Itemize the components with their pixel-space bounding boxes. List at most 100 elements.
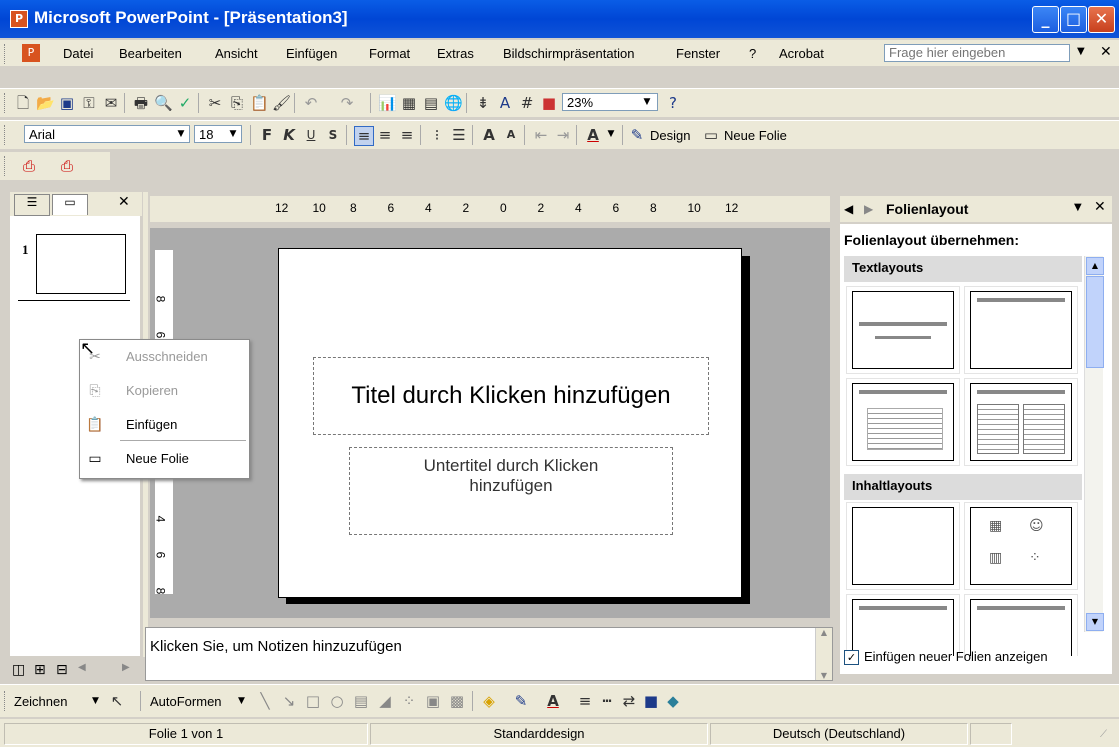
textbox-icon[interactable]: ▤: [352, 692, 370, 710]
autoshapes-dropdown-icon[interactable]: ▼: [238, 696, 245, 706]
close-button[interactable]: ✕: [1088, 6, 1115, 33]
format-painter-icon[interactable]: 🖌: [272, 94, 291, 112]
menu-help[interactable]: ?: [749, 46, 756, 61]
clipart-icon[interactable]: ▣: [424, 692, 442, 710]
layout-title-content[interactable]: [846, 594, 960, 656]
font-color-dropdown-icon[interactable]: ▼: [604, 126, 618, 142]
menu-bildschirmpraesentation[interactable]: Bildschirmpräsentation: [503, 46, 635, 61]
new-icon[interactable]: 🗋: [14, 94, 32, 112]
layout-scrollbar[interactable]: ▲ ▼: [1084, 256, 1104, 632]
increase-font-icon[interactable]: A: [480, 126, 498, 144]
scroll-left-icon[interactable]: ◀: [78, 662, 86, 673]
save-icon[interactable]: ▣: [58, 94, 76, 112]
toolbar-grip[interactable]: [4, 44, 8, 64]
align-right-icon[interactable]: ≡: [398, 126, 416, 144]
spelling-icon[interactable]: ✓: [176, 94, 194, 112]
document-icon[interactable]: P: [22, 44, 40, 62]
undo-icon[interactable]: ↶: [302, 94, 320, 112]
layout-title-only[interactable]: [964, 286, 1078, 374]
resize-grip-icon[interactable]: ⟋: [1100, 729, 1107, 740]
layout-title-slide[interactable]: [846, 286, 960, 374]
back-icon[interactable]: ◀: [844, 202, 853, 216]
task-pane-close-icon[interactable]: ✕: [1094, 199, 1106, 215]
email-icon[interactable]: ✉: [102, 94, 120, 112]
menu-einfuegen[interactable]: Einfügen: [286, 46, 337, 61]
notes-placeholder[interactable]: Klicken Sie, um Notizen hinzuzufügen: [150, 638, 402, 655]
toolbar-grip[interactable]: [4, 691, 8, 711]
title-placeholder[interactable]: Titel durch Klicken hinzufügen: [313, 357, 709, 435]
font-color-icon[interactable]: A: [544, 692, 562, 710]
toolbar-grip[interactable]: [4, 93, 8, 113]
open-icon[interactable]: 📂: [36, 94, 55, 112]
toolbar-grip[interactable]: [4, 125, 8, 145]
select-objects-icon[interactable]: ↖: [108, 692, 126, 710]
maximize-button[interactable]: □: [1060, 6, 1087, 33]
slide-sorter-icon[interactable]: ⊞: [34, 662, 46, 678]
font-size-dropdown-icon[interactable]: ▼: [226, 126, 240, 142]
show-on-insert-checkbox[interactable]: ✓: [844, 650, 859, 665]
arrow-icon[interactable]: ↘: [280, 692, 298, 710]
normal-view-icon[interactable]: ◫: [12, 662, 25, 678]
permission-icon[interactable]: ⚿: [80, 94, 98, 112]
slide-thumbnail[interactable]: [36, 234, 126, 294]
context-paste[interactable]: 📋 Einfügen: [80, 410, 247, 440]
insert-chart-icon[interactable]: 📊: [378, 94, 397, 112]
new-slide-button[interactable]: Neue Folie: [724, 128, 787, 143]
arrow-style-icon[interactable]: ⇄: [620, 692, 638, 710]
menu-acrobat[interactable]: Acrobat: [779, 46, 824, 61]
layout-title-two-content[interactable]: [964, 594, 1078, 656]
draw-dropdown-icon[interactable]: ▼: [92, 696, 99, 706]
scroll-thumb[interactable]: [1086, 276, 1104, 368]
help-dropdown-icon[interactable]: ▼: [1077, 46, 1085, 57]
toolbar-grip[interactable]: [4, 156, 8, 176]
powerpoint-icon[interactable]: P: [10, 10, 28, 28]
menu-format[interactable]: Format: [369, 46, 410, 61]
bullets-icon[interactable]: ☰: [450, 126, 468, 144]
design-button[interactable]: Design: [650, 128, 690, 143]
help-icon[interactable]: ?: [664, 94, 682, 112]
slide-canvas[interactable]: Titel durch Klicken hinzufügen Untertite…: [278, 248, 742, 598]
picture-icon[interactable]: ▩: [448, 692, 466, 710]
show-grid-icon[interactable]: #: [518, 94, 536, 112]
font-dropdown-icon[interactable]: ▼: [174, 126, 188, 142]
print-icon[interactable]: 🖶: [132, 94, 150, 112]
layout-title-text[interactable]: [846, 378, 960, 466]
expand-all-icon[interactable]: ⇟: [474, 94, 492, 112]
fill-color-icon[interactable]: ◈: [480, 692, 498, 710]
paste-icon[interactable]: 📋: [250, 94, 269, 112]
align-left-icon[interactable]: ≡: [354, 126, 374, 146]
line-style-icon[interactable]: ≡: [576, 692, 594, 710]
insert-hyperlink-icon[interactable]: 🌐: [444, 94, 463, 112]
italic-button[interactable]: K: [280, 126, 298, 144]
menu-fenster[interactable]: Fenster: [676, 46, 720, 61]
insert-table-icon[interactable]: ▦: [400, 94, 418, 112]
align-center-icon[interactable]: ≡: [376, 126, 394, 144]
close-pane-icon[interactable]: ✕: [118, 194, 130, 210]
forward-icon[interactable]: ▶: [864, 202, 873, 216]
scroll-up-icon[interactable]: ▲: [1086, 257, 1104, 275]
line-icon[interactable]: ╲: [256, 692, 274, 710]
help-search-input[interactable]: [884, 44, 1070, 62]
ellipse-icon[interactable]: ○: [328, 692, 346, 710]
menu-ansicht[interactable]: Ansicht: [215, 46, 258, 61]
cut-icon[interactable]: ✂: [206, 94, 224, 112]
layout-two-columns[interactable]: [964, 378, 1078, 466]
slideshow-icon[interactable]: ⊟: [56, 662, 68, 678]
menu-bearbeiten[interactable]: Bearbeiten: [119, 46, 182, 61]
draw-menu-button[interactable]: Zeichnen: [14, 694, 67, 709]
dash-style-icon[interactable]: ┅: [598, 692, 616, 710]
scroll-up-icon[interactable]: ▲: [816, 628, 832, 637]
doc-close-icon[interactable]: ✕: [1100, 44, 1112, 60]
menu-extras[interactable]: Extras: [437, 46, 474, 61]
minimize-button[interactable]: _: [1032, 6, 1059, 33]
new-slide-icon[interactable]: ▭: [702, 126, 720, 144]
scroll-right-icon[interactable]: ▶: [122, 662, 130, 673]
copy-icon[interactable]: ⎘: [228, 94, 246, 112]
wordart-icon[interactable]: ◢: [376, 692, 394, 710]
scroll-down-icon[interactable]: ▼: [1086, 613, 1104, 631]
context-copy[interactable]: ⎘ Kopieren: [80, 376, 247, 406]
notes-scrollbar[interactable]: ▲ ▼: [815, 628, 832, 680]
slides-tab-icon[interactable]: ▭: [52, 194, 88, 215]
notes-pane[interactable]: Klicken Sie, um Notizen hinzuzufügen ▲ ▼: [145, 627, 833, 681]
line-color-icon[interactable]: ✎: [512, 692, 530, 710]
